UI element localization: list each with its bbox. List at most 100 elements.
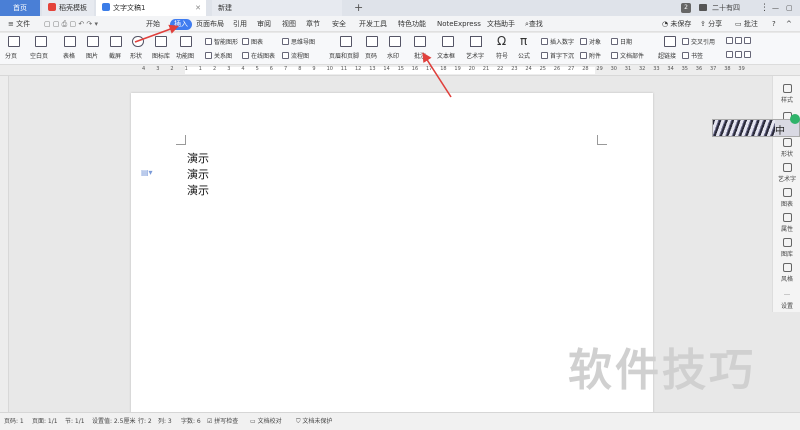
icon-library-icon[interactable] [155, 36, 167, 47]
smart-graphic-button[interactable]: 智能图形 [205, 37, 238, 46]
comment-menu-button[interactable]: ▭ 批注 [735, 16, 758, 32]
online-chart-button[interactable]: 在线图表 [242, 51, 275, 60]
status-section[interactable]: 节: 1/1 [65, 413, 85, 430]
menu-start[interactable]: 开始 [146, 16, 160, 32]
quick-access-toolbar[interactable]: ▢ ▢ ⎙ ▢ ↶ ↷ ▾ [44, 16, 98, 32]
drop-cap-button[interactable]: 首字下沉 [541, 51, 574, 60]
protection-status[interactable]: ⛉ 文档未保护 [296, 413, 332, 430]
symbol-button[interactable]: 符号 [496, 51, 508, 60]
menu-security[interactable]: 安全 [332, 16, 346, 32]
close-tab-icon[interactable]: ✕ [195, 0, 201, 16]
watermark-button[interactable]: 水印 [387, 51, 399, 60]
relation-chart-button[interactable]: 关系图 [205, 51, 232, 60]
page-number-icon[interactable] [366, 36, 378, 47]
screenshot-button[interactable]: 截屏 [109, 51, 121, 60]
doc-line[interactable]: 演示 [187, 182, 209, 198]
header-footer-button[interactable]: 页眉和页脚 [329, 51, 359, 60]
picture-icon[interactable] [87, 36, 99, 47]
page-break-button[interactable]: 分页 [5, 51, 17, 60]
menu-review[interactable]: 审阅 [257, 16, 271, 32]
formula-button[interactable]: 公式 [518, 51, 530, 60]
minimize-icon[interactable]: — [772, 0, 779, 16]
comment-insert-icon[interactable] [414, 36, 426, 47]
page-break-icon[interactable] [8, 36, 20, 47]
pane-theme[interactable]: 风格 [773, 263, 800, 283]
tab-document[interactable]: 文字文稿1 ✕ [96, 0, 206, 16]
header-footer-icon[interactable] [340, 36, 352, 47]
blank-page-button[interactable]: 空白页 [30, 51, 48, 60]
shape-icon[interactable] [132, 36, 144, 47]
menu-noteexpress[interactable]: NoteExpress [437, 16, 481, 32]
bookmark-button[interactable]: 书签 [682, 51, 703, 60]
comment-insert-button[interactable]: 批注 [414, 51, 426, 60]
user-avatar-icon[interactable] [699, 0, 707, 16]
pane-art-text[interactable]: 艺术字 [773, 163, 800, 183]
menu-insert[interactable]: 插入 [170, 19, 192, 30]
art-text-button[interactable]: 艺术字 [466, 51, 484, 60]
paragraph-layout-icon[interactable]: ▤▾ [141, 168, 153, 177]
pane-settings[interactable]: … 设置 [773, 290, 800, 310]
help-icon[interactable]: ? [772, 16, 776, 32]
ime-status-dot[interactable] [790, 114, 800, 124]
hyperlink-button[interactable]: 超链接 [658, 51, 676, 60]
text-box-button[interactable]: 文本框 [437, 51, 455, 60]
cross-ref-button[interactable]: 交叉引用 [682, 37, 715, 46]
status-row[interactable]: 行: 2 [138, 413, 152, 430]
blank-page-icon[interactable] [35, 36, 47, 47]
text-box-icon[interactable] [442, 36, 454, 47]
attachment-button[interactable]: 附件 [580, 51, 601, 60]
chart-button[interactable]: 图表 [242, 37, 263, 46]
pane-properties[interactable]: 属性 [773, 213, 800, 233]
page-count-badge[interactable]: 2 [681, 3, 691, 13]
pane-gallery[interactable]: 图库 [773, 238, 800, 258]
insert-number-button[interactable]: 插入数字 [541, 37, 574, 46]
icon-library-button[interactable]: 图标库 [152, 51, 170, 60]
picture-button[interactable]: 图片 [86, 51, 98, 60]
table-icon[interactable] [64, 36, 76, 47]
menu-chapter[interactable]: 章节 [306, 16, 320, 32]
table-button[interactable]: 表格 [63, 51, 75, 60]
mind-map-button[interactable]: 思维导图 [282, 37, 315, 46]
vertical-ruler[interactable] [0, 76, 9, 412]
pane-chart[interactable]: 图表 [773, 188, 800, 208]
share-button[interactable]: ⇪ 分享 [700, 16, 722, 32]
menu-doc-assistant[interactable]: 文档助手 [487, 16, 515, 32]
status-col[interactable]: 列: 3 [158, 413, 172, 430]
page-number-button[interactable]: 页码 [365, 51, 377, 60]
doc-parts-button[interactable]: 文档部件 [611, 51, 644, 60]
spell-check-toggle[interactable]: ☑ 拼写检查 [207, 413, 238, 430]
symbol-icon[interactable]: Ω [497, 34, 506, 48]
maximize-icon[interactable]: ▢ [786, 0, 793, 16]
collapse-ribbon-icon[interactable]: ^ [786, 16, 792, 32]
status-page[interactable]: 页码: 1 [4, 413, 24, 430]
ime-mode-label[interactable]: 中 [775, 122, 785, 136]
screenshot-icon[interactable] [110, 36, 122, 47]
add-tab-button[interactable]: + [354, 0, 363, 16]
function-chart-button[interactable]: 功能图 [176, 51, 194, 60]
tab-new[interactable]: 新建 [212, 0, 342, 16]
menu-special[interactable]: 特色功能 [398, 16, 426, 32]
tab-home[interactable]: 首页 [0, 0, 40, 16]
layout-toggle-bottom[interactable] [726, 51, 753, 59]
status-setting[interactable]: 设置值: 2.5厘米 [92, 413, 135, 430]
status-pages[interactable]: 页面: 1/1 [32, 413, 58, 430]
ime-skin-toolbar[interactable]: 中 [712, 119, 800, 137]
unsaved-indicator[interactable]: ◔ 未保存 [662, 16, 691, 32]
menu-view[interactable]: 视图 [282, 16, 296, 32]
date-button[interactable]: 日期 [611, 37, 632, 46]
flow-chart-button[interactable]: 流程图 [282, 51, 309, 60]
doc-line[interactable]: 演示 [187, 166, 209, 182]
more-icon[interactable]: ⋮ [760, 0, 769, 16]
object-button[interactable]: 对象 [580, 37, 601, 46]
hyperlink-icon[interactable] [664, 36, 676, 47]
tab-template[interactable]: 稻壳模板 [42, 0, 94, 16]
menu-page-layout[interactable]: 页面布局 [196, 16, 224, 32]
username[interactable]: 二十有四 [712, 0, 740, 16]
status-words[interactable]: 字数: 6 [181, 413, 201, 430]
pane-shape[interactable]: 形状 [773, 138, 800, 158]
function-chart-icon[interactable] [180, 36, 192, 47]
menu-developer[interactable]: 开发工具 [359, 16, 387, 32]
search-command[interactable]: ⌕查找 [525, 16, 543, 32]
art-text-icon[interactable] [470, 36, 482, 47]
layout-toggle-top[interactable] [726, 37, 753, 45]
